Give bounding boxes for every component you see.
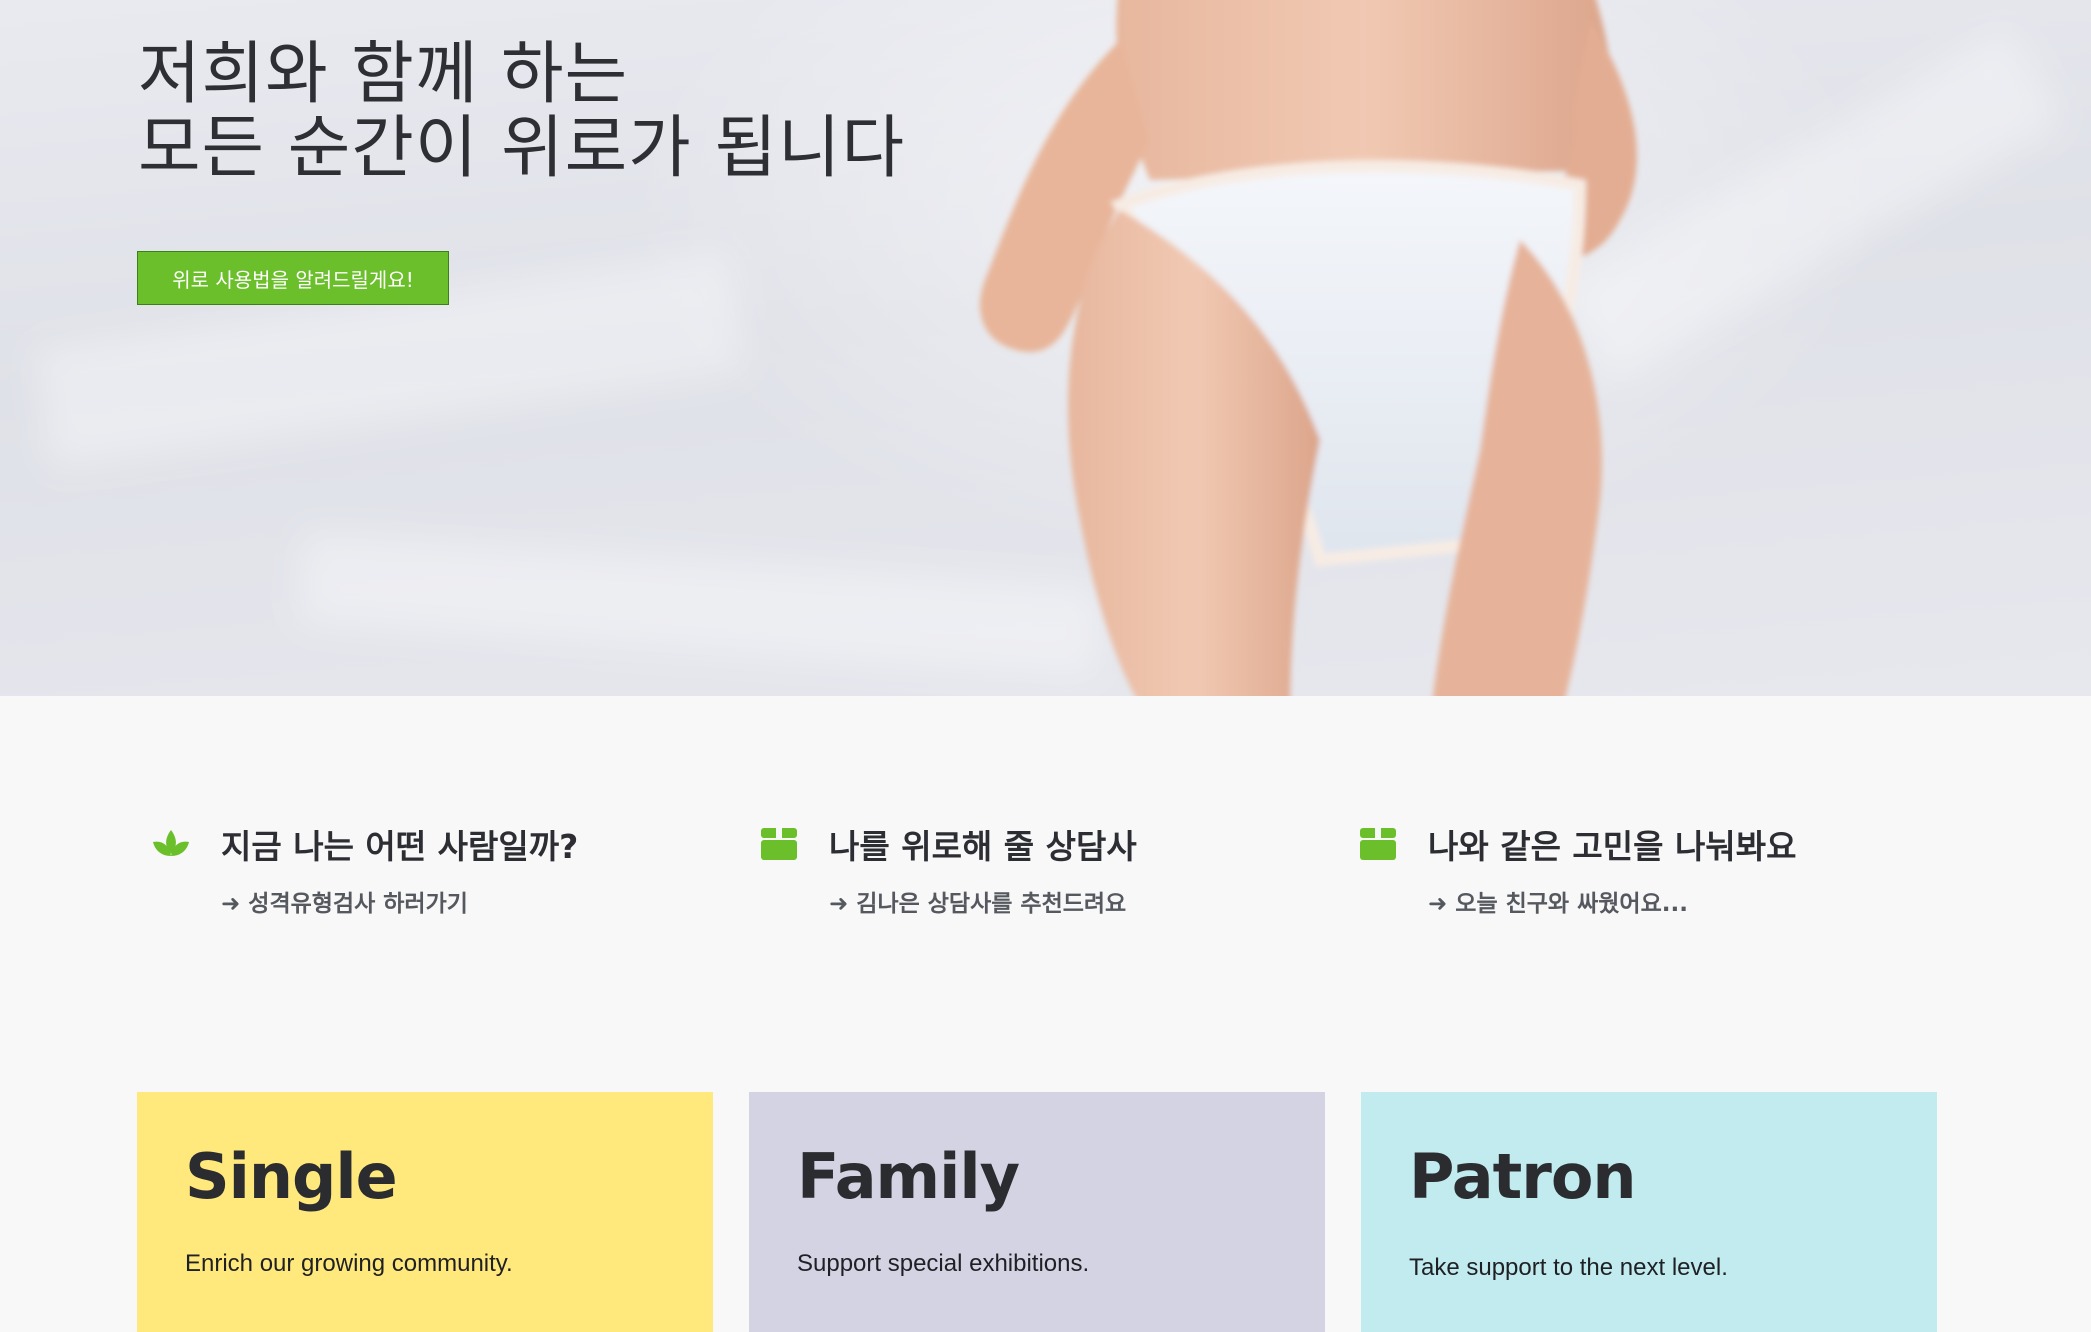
hero-title-line-1: 저희와 함께 하는 <box>138 35 629 114</box>
box-icon <box>1360 828 1396 860</box>
counselor-link[interactable]: ➜ 김나은 상담사를 추천드려요 <box>829 884 1126 918</box>
feature-title: 나를 위로해 줄 상담사 <box>829 827 1137 866</box>
card-description: Support special exhibitions. <box>797 1250 1090 1277</box>
hero-title-line-2: 모든 순간이 위로가 됩니다 <box>138 109 906 188</box>
card-title: Single <box>185 1140 398 1213</box>
card-description: Take support to the next level. <box>1409 1254 1728 1281</box>
card-description: Enrich our growing community. <box>185 1250 513 1277</box>
how-to-use-button[interactable]: 위로 사용법을 알려드릴게요! <box>137 251 449 305</box>
feature-title: 나와 같은 고민을 나눠봐요 <box>1428 827 1797 866</box>
membership-card-single[interactable]: Single Enrich our growing community. <box>137 1092 713 1332</box>
feature-title: 지금 나는 어떤 사람일까? <box>221 827 579 866</box>
share-worries-link[interactable]: ➜ 오늘 친구와 싸웠어요... <box>1428 884 1688 918</box>
membership-card-patron[interactable]: Patron Take support to the next level. <box>1361 1092 1937 1332</box>
hero-banner: 저희와 함께 하는 모든 순간이 위로가 됩니다 위로 사용법을 알려드릴게요! <box>0 0 2091 696</box>
baby-photo <box>980 0 1637 696</box>
box-icon <box>761 828 797 860</box>
membership-card-family[interactable]: Family Support special exhibitions. <box>749 1092 1325 1332</box>
personality-test-link[interactable]: ➜ 성격유형검사 하러가기 <box>221 884 468 918</box>
card-title: Patron <box>1409 1140 1637 1213</box>
leaf-icon <box>153 830 189 856</box>
card-title: Family <box>797 1140 1020 1213</box>
hero-title: 저희와 함께 하는 모든 순간이 위로가 됩니다 <box>138 38 905 186</box>
